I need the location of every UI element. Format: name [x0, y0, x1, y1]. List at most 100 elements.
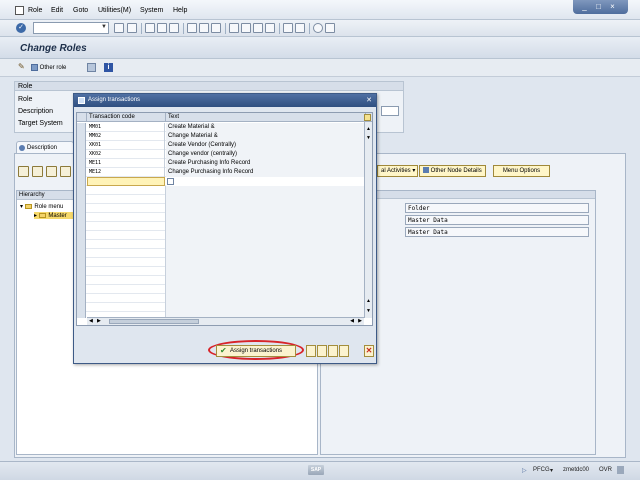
chevron-down-icon[interactable]: ▼: [101, 24, 107, 30]
scroll-thumb[interactable]: [109, 319, 199, 324]
table-row[interactable]: [77, 177, 367, 186]
application-toolbar: ✎ Other role i: [0, 59, 640, 77]
row-selector[interactable]: [77, 123, 86, 132]
close-icon[interactable]: ✕: [366, 96, 372, 104]
tree-node-role-menu[interactable]: ▾ Role menu: [20, 203, 63, 210]
menu-system[interactable]: System: [140, 7, 163, 14]
first-page-icon[interactable]: [229, 23, 239, 33]
chevron-down-icon[interactable]: ▼: [366, 308, 371, 314]
delete-row-icon[interactable]: [339, 345, 349, 357]
transaction-code-cell[interactable]: XK02: [87, 150, 165, 159]
assign-transactions-dialog: Assign transactions ✕ Transaction code T…: [73, 93, 377, 364]
value-help-icon[interactable]: [167, 178, 174, 185]
select-all-cell[interactable]: [77, 113, 87, 122]
table-row[interactable]: XK02 Change vendor (centrally): [77, 150, 367, 159]
column-text[interactable]: Text: [166, 113, 366, 122]
menu-options-button[interactable]: Menu Options: [493, 165, 550, 177]
row-selector[interactable]: [77, 177, 86, 186]
functional-activities-button[interactable]: al Activities ▾: [377, 165, 418, 177]
insert-row-icon[interactable]: [328, 345, 338, 357]
prev-page-icon[interactable]: [241, 23, 251, 33]
table-row[interactable]: ME11 Create Purchasing Info Record: [77, 159, 367, 168]
maximize-icon[interactable]: □: [593, 2, 604, 11]
chevron-up-icon[interactable]: ▲: [366, 126, 371, 132]
display-change-icon[interactable]: ✎: [18, 62, 27, 71]
find-next-icon[interactable]: [211, 23, 221, 33]
menu-goto[interactable]: Goto: [73, 7, 88, 14]
last-page-icon[interactable]: [265, 23, 275, 33]
select-all-icon[interactable]: [306, 345, 316, 357]
minimize-icon[interactable]: _: [579, 2, 590, 11]
command-field[interactable]: ▼: [33, 22, 109, 34]
back-nav-icon[interactable]: [145, 23, 155, 33]
collapse-icon[interactable]: [32, 166, 43, 177]
table-row[interactable]: MM02 Change Material &: [77, 132, 367, 141]
chevron-right-icon[interactable]: ▶: [358, 318, 362, 324]
toolbar-separator: [279, 23, 280, 34]
table-row[interactable]: XK01 Create Vendor (Centrally): [77, 141, 367, 150]
deselect-all-icon[interactable]: [317, 345, 327, 357]
vertical-scrollbar[interactable]: ▲ ▼ ▲ ▼: [364, 122, 372, 318]
transaction-code-cell[interactable]: ME11: [87, 159, 165, 168]
column-settings-icon[interactable]: [364, 114, 371, 121]
customize-layout-icon[interactable]: [325, 23, 335, 33]
back-icon[interactable]: [114, 23, 124, 33]
chevron-left-icon[interactable]: ◀: [89, 318, 93, 324]
chevron-left-icon[interactable]: ◀: [350, 318, 354, 324]
menu-utilities[interactable]: Utilities(M): [98, 7, 131, 14]
empty-table-rows: [77, 186, 367, 318]
chevron-down-icon[interactable]: ▼: [366, 135, 371, 141]
print-icon[interactable]: [187, 23, 197, 33]
menu-role[interactable]: Role: [28, 7, 42, 14]
enter-icon[interactable]: ✓: [16, 23, 26, 33]
row-selector[interactable]: [77, 150, 86, 159]
help-icon[interactable]: [313, 23, 323, 33]
shortcut-icon[interactable]: [295, 23, 305, 33]
other-role-button[interactable]: Other role: [31, 64, 66, 71]
horizontal-scrollbar[interactable]: ◀ ▶ ◀ ▶: [87, 317, 364, 325]
find-icon[interactable]: [199, 23, 209, 33]
tab-description[interactable]: Description: [16, 141, 74, 153]
menu-edit[interactable]: Edit: [51, 7, 63, 14]
row-selector[interactable]: [77, 141, 86, 150]
transaction-code-cell[interactable]: ME12: [87, 168, 165, 177]
chevron-right-icon[interactable]: ▶: [97, 318, 101, 324]
cancel-icon[interactable]: [169, 23, 179, 33]
description-label: Description: [18, 108, 54, 115]
save-icon[interactable]: [127, 23, 137, 33]
menu-dropdown-icon[interactable]: [60, 166, 71, 177]
table-row[interactable]: MM01 Create Material &: [77, 123, 367, 132]
dialog-title-bar: Assign transactions ✕: [74, 94, 376, 107]
chevron-down-icon[interactable]: ▾: [550, 467, 553, 474]
status-arrow-icon[interactable]: ▷: [522, 467, 527, 474]
info-icon[interactable]: i: [104, 63, 113, 72]
chevron-up-icon[interactable]: ▲: [366, 298, 371, 304]
description-field[interactable]: [381, 106, 399, 116]
close-window-icon[interactable]: ×: [607, 2, 618, 11]
exit-icon[interactable]: [157, 23, 167, 33]
window-menu-icon[interactable]: [15, 6, 24, 15]
assign-transactions-button[interactable]: ✔ Assign transactions: [216, 345, 296, 357]
menu-help[interactable]: Help: [173, 7, 187, 14]
create-folder-icon[interactable]: [46, 166, 57, 177]
row-selector[interactable]: [77, 159, 86, 168]
chevron-right-icon[interactable]: ▸: [34, 213, 37, 219]
functional-activities-label: al Activities: [381, 168, 411, 174]
row-selector[interactable]: [77, 132, 86, 141]
next-page-icon[interactable]: [253, 23, 263, 33]
transaction-code-cell[interactable]: XK01: [87, 141, 165, 150]
toolbar-separator: [183, 23, 184, 34]
transport-icon[interactable]: [87, 63, 96, 72]
new-session-icon[interactable]: [283, 23, 293, 33]
transaction-code-cell[interactable]: MM01: [87, 123, 165, 132]
transaction-code-cell[interactable]: MM02: [87, 132, 165, 141]
transaction-code-input[interactable]: [87, 177, 165, 186]
table-row[interactable]: ME12 Change Purchasing Info Record: [77, 168, 367, 177]
other-node-details-button[interactable]: Other Node Details: [419, 165, 486, 177]
column-transaction-code[interactable]: Transaction code: [87, 113, 166, 122]
other-role-icon: [31, 64, 38, 71]
row-selector[interactable]: [77, 168, 86, 177]
chevron-down-icon[interactable]: ▾: [20, 204, 23, 210]
expand-icon[interactable]: [18, 166, 29, 177]
cancel-dialog-button[interactable]: ✕: [364, 345, 374, 357]
